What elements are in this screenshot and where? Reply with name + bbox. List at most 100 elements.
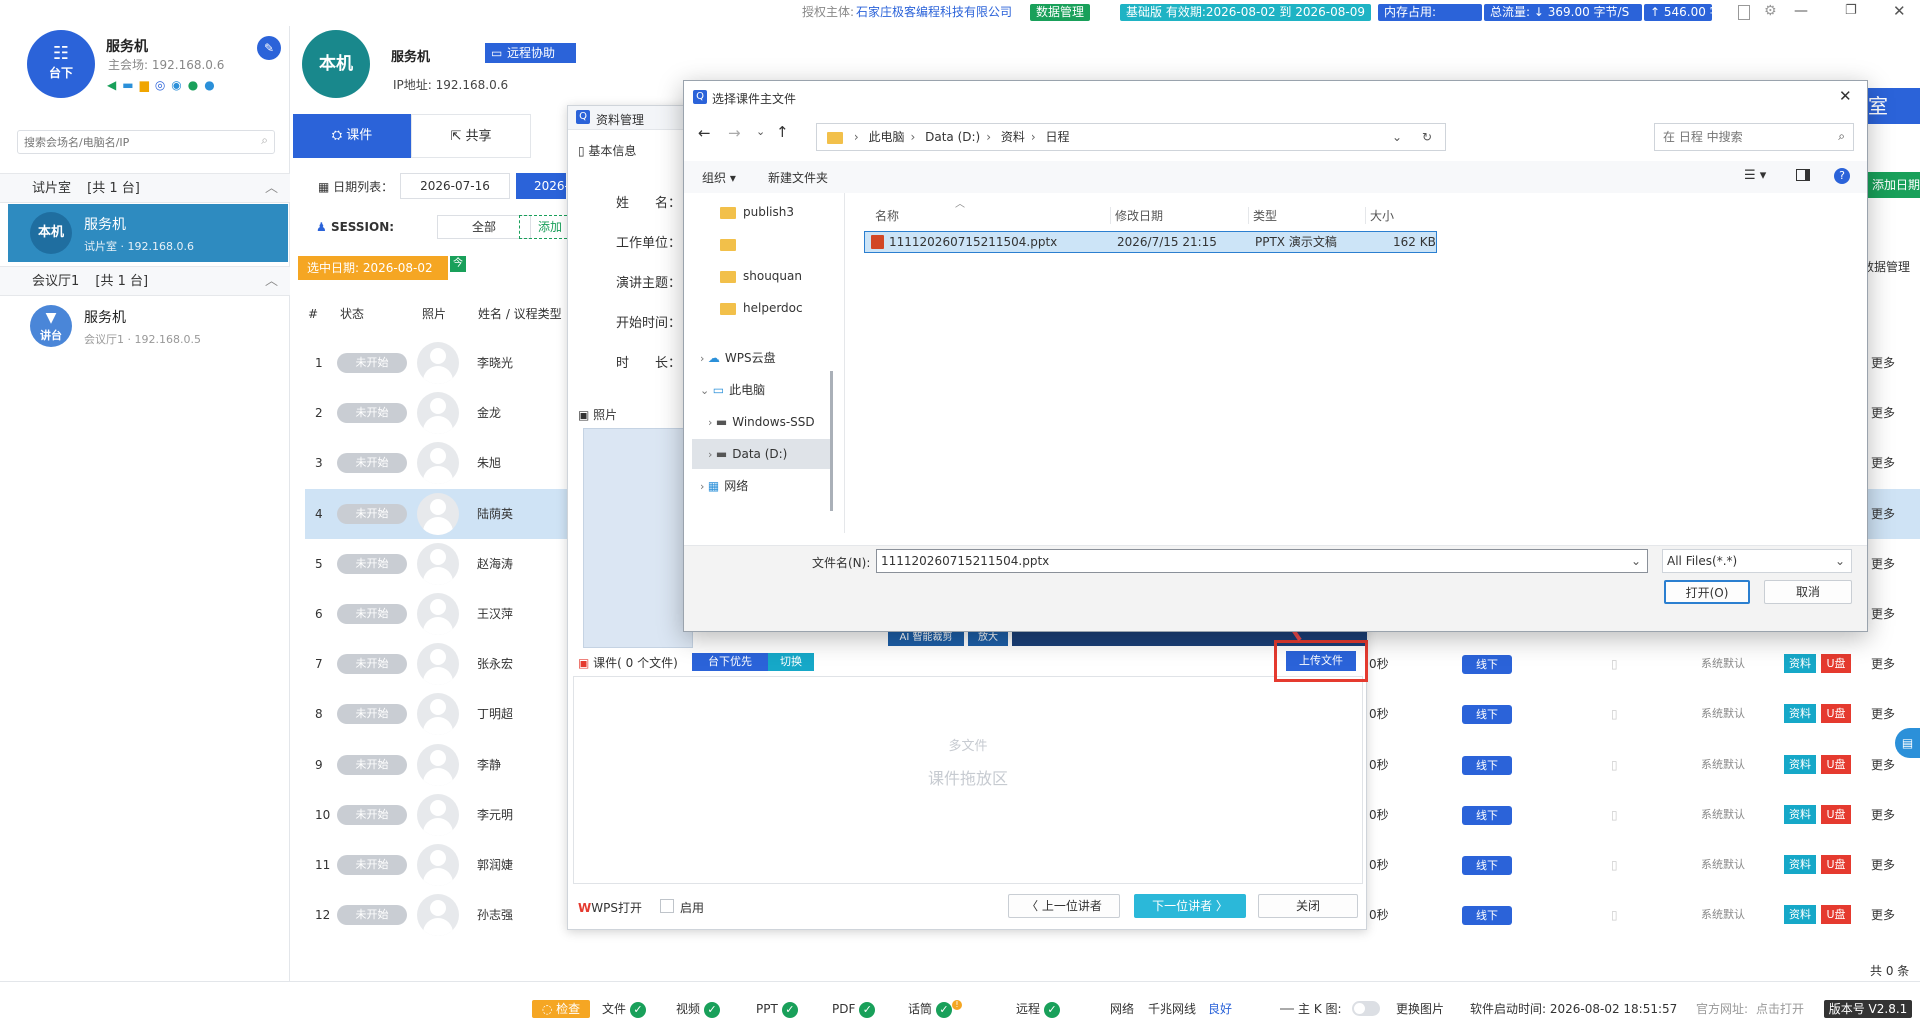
network-good: 良好 <box>1208 1002 1233 1016</box>
chevron-down-icon[interactable]: ⌄ <box>1631 550 1641 572</box>
tree-item[interactable]: publish3 <box>692 197 830 227</box>
kmap-label: 主 K 图: <box>1298 1002 1342 1016</box>
folder-icon <box>827 131 843 144</box>
fd-toolbar: 组织 ▾ 新建文件夹 ☰ ▾ ? <box>684 161 1867 193</box>
network-icon: ▦ <box>707 479 720 493</box>
tree-item[interactable]: ppt178330306 <box>692 229 830 259</box>
tree-item[interactable]: helperdoc <box>692 293 830 323</box>
refresh-icon[interactable]: ↻ <box>1422 124 1432 150</box>
checkmark-icon: ✓ <box>1044 1001 1061 1018</box>
up-arrow-icon[interactable]: ↑ <box>776 123 789 141</box>
version-badge: 版本号 V2.8.1 <box>1824 1000 1912 1018</box>
chevron-icon[interactable]: › <box>708 416 716 429</box>
tree-item-label: shouquan <box>743 269 802 283</box>
chevron-icon[interactable]: › <box>700 352 708 365</box>
tree-scrollbar[interactable] <box>830 371 833 511</box>
divider <box>1280 1008 1294 1010</box>
website-label: 官方网址: <box>1696 1002 1749 1016</box>
sort-indicator-icon: ︿ <box>955 199 965 210</box>
file-dialog: Q 选择课件主文件 ✕ ← → ⌄ ↑ › 此电脑 › Data (D:) › 资料… <box>683 80 1868 632</box>
file-name: 111120260715211504.pptx <box>889 235 1058 249</box>
kmap-toggle[interactable] <box>1352 1001 1380 1016</box>
crumb-richeng[interactable]: 日程 <box>1046 130 1070 144</box>
checkmark-icon: ✓ <box>936 1001 953 1018</box>
file-status: 文件 ✓ <box>602 1000 647 1018</box>
folder-icon <box>720 302 736 315</box>
tree-item-label: helperdoc <box>743 301 803 315</box>
cancel-button[interactable]: 取消 <box>1764 580 1852 604</box>
chevron-down-icon[interactable]: ⌄ <box>1835 550 1845 572</box>
forward-arrow-icon[interactable]: → <box>728 124 741 142</box>
col-type[interactable]: 类型 <box>1248 207 1277 224</box>
drive-icon: ▬ <box>715 415 728 429</box>
network-label: 网络 <box>1110 1002 1135 1016</box>
tree-item[interactable]: › ☁ WPS云盘 <box>692 343 830 373</box>
bottom-bar: ◌ 检查 文件 ✓ 视频 ✓ PPT ✓ PDF ✓ 话筒 ✓! 远程 ✓ 网络 千兆网线 … <box>0 981 1920 1031</box>
back-arrow-icon[interactable]: ← <box>698 124 711 142</box>
preview-pane-icon[interactable] <box>1796 169 1810 181</box>
fd-title: 选择课件主文件 <box>712 92 797 106</box>
file-row-selected[interactable]: 111120260715211504.pptx 2026/7/15 21:15 … <box>864 231 1437 253</box>
close-icon[interactable]: ✕ <box>1839 87 1852 105</box>
start-time: 软件启动时间: 2026-08-02 18:51:57 <box>1470 1002 1678 1016</box>
folder-icon <box>720 270 736 283</box>
pptx-file-icon <box>871 235 884 249</box>
open-button[interactable]: 打开(O) <box>1664 580 1750 604</box>
chevron-down-icon[interactable]: ⌄ <box>1392 124 1402 150</box>
remote-status: 远程 ✓ <box>1016 1000 1061 1018</box>
gigabit-label: 千兆网线 <box>1148 1002 1197 1016</box>
tree-item[interactable]: shouquan <box>692 261 830 291</box>
ppt-status: PPT ✓ <box>756 1000 798 1018</box>
fd-titlebar: Q 选择课件主文件 ✕ <box>684 81 1867 113</box>
open-website-link[interactable]: 点击打开 <box>1756 1000 1804 1018</box>
checkmark-icon: ✓ <box>704 1001 721 1018</box>
crumb-this-pc[interactable]: 此电脑 <box>868 130 904 144</box>
checkmark-icon: ✓ <box>781 1001 798 1018</box>
chevron-icon[interactable]: ⌄ <box>700 384 713 397</box>
cloud-icon: ☁ <box>707 351 720 365</box>
col-size[interactable]: 大小 <box>1365 207 1394 224</box>
view-menu-icon[interactable]: ☰ ▾ <box>1744 168 1766 183</box>
tree-item[interactable]: › ▬ Data (D:) <box>692 439 830 469</box>
filename-input[interactable]: 111120260715211504.pptx ⌄ <box>876 549 1648 573</box>
crumb-ziliao[interactable]: 资料 <box>1001 130 1025 144</box>
checkmark-icon: ✓ <box>859 1001 876 1018</box>
address-bar[interactable]: › 此电脑 › Data (D:) › 资料 › 日程 ⌄ ↻ <box>816 123 1446 151</box>
crumb-data-d[interactable]: Data (D:) <box>925 130 980 144</box>
tree-item-label: publish3 <box>743 205 794 219</box>
chevron-icon[interactable]: › <box>700 480 708 493</box>
computer-icon: ▭ <box>712 383 725 397</box>
tree-item-label: Data (D:) <box>732 447 788 461</box>
tree-item[interactable]: › ▦ 网络 <box>692 471 830 501</box>
fd-bottom: 文件名(N): 111120260715211504.pptx ⌄ All Fi… <box>684 545 1867 631</box>
nav-tree: publish3 ppt178330306 shouquan helperdoc › ☁… <box>692 197 832 537</box>
file-type-select[interactable]: All Files(*.*) ⌄ <box>1662 549 1852 573</box>
search-icon[interactable]: ⌕ <box>1838 129 1845 144</box>
file-type: PPTX 演示文稿 <box>1255 235 1337 249</box>
file-list: ︿ 名称 修改日期 类型 大小 111120260715211504.pptx … <box>844 193 1867 533</box>
tree-item-label: 网络 <box>724 479 749 493</box>
video-status: 视频 ✓ <box>676 1000 721 1018</box>
tree-item-label: 此电脑 <box>729 383 766 397</box>
microphone-status: 话筒 ✓! <box>908 1000 963 1018</box>
folder-icon <box>720 206 736 219</box>
check-icon: ◌ <box>541 1002 557 1016</box>
organize-button[interactable]: 组织 ▾ <box>702 169 736 186</box>
fd-search-input[interactable] <box>1655 124 1825 150</box>
tree-item-label: WPS云盘 <box>724 351 776 365</box>
check-button[interactable]: ◌ 检查 <box>532 1000 590 1018</box>
help-icon[interactable]: ? <box>1834 168 1850 184</box>
change-image-button[interactable]: 更换图片 <box>1396 1000 1444 1018</box>
col-name[interactable]: 名称 <box>875 207 899 224</box>
filename-label: 文件名(N): <box>812 556 871 570</box>
fd-search-box[interactable]: ⌕ <box>1654 123 1854 151</box>
tree-item[interactable]: › ▬ Windows-SSD <box>692 407 830 437</box>
col-date[interactable]: 修改日期 <box>1110 207 1163 224</box>
chevron-icon[interactable]: › <box>708 448 716 461</box>
tree-item[interactable]: ⌄ ▭ 此电脑 <box>692 375 830 405</box>
drive-icon: ▬ <box>715 447 728 461</box>
chevron-down-icon[interactable]: ⌄ <box>756 125 765 138</box>
pdf-status: PDF ✓ <box>832 1000 876 1018</box>
new-folder-button[interactable]: 新建文件夹 <box>768 169 828 186</box>
checkmark-icon: ✓ <box>630 1001 647 1018</box>
